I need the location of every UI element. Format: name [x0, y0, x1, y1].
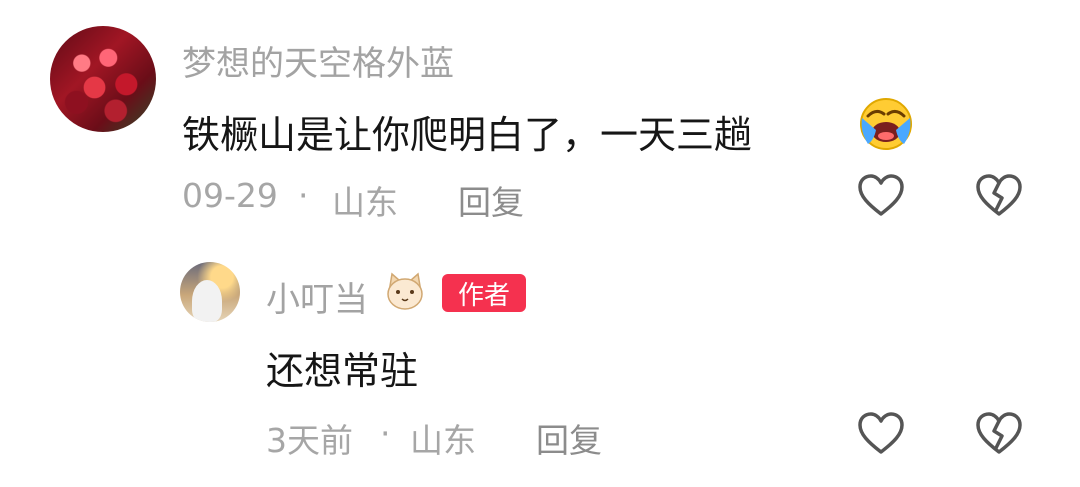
cat-face-emoji	[387, 272, 423, 310]
reply-avatar[interactable]	[180, 262, 240, 322]
reply-button[interactable]: 回复	[536, 414, 602, 462]
reply-text: 还想常驻	[266, 349, 419, 393]
heart-icon[interactable]	[856, 410, 906, 456]
meta-separator: ·	[298, 176, 309, 215]
reply-location: 山东	[410, 421, 476, 460]
meta-separator: ·	[380, 414, 391, 453]
heart-icon[interactable]	[856, 172, 906, 218]
avatar-figure	[192, 280, 222, 322]
broken-heart-icon[interactable]	[974, 410, 1024, 456]
comment-username[interactable]: 梦想的天空格外蓝	[182, 36, 454, 85]
comment-date: 09-29	[182, 176, 278, 215]
reply-date: 3天前	[266, 421, 353, 460]
broken-heart-icon[interactable]	[974, 172, 1024, 218]
author-badge: 作者	[442, 274, 526, 312]
reply-username[interactable]: 小叮当	[266, 272, 368, 321]
loudly-crying-face-emoji	[860, 98, 912, 150]
reply-button[interactable]: 回复	[458, 176, 524, 224]
comment-text: 铁橛山是让你爬明白了，一天三趟	[182, 113, 753, 157]
avatar[interactable]	[50, 26, 156, 132]
comment-location: 山东	[332, 183, 398, 222]
